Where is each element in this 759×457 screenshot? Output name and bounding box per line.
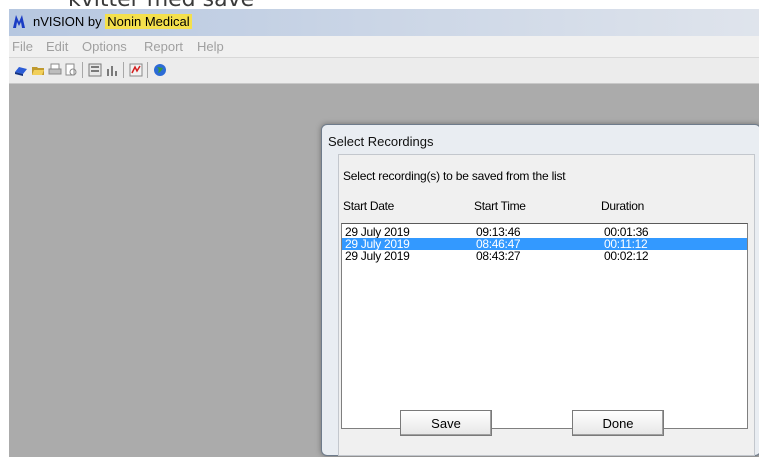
save-button[interactable]: Save: [400, 410, 492, 436]
menu-options[interactable]: Options: [82, 39, 127, 54]
title-prefix: nVISION by: [33, 14, 102, 29]
recordings-listbox[interactable]: 29 July 2019 09:13:46 00:01:36 29 July 2…: [341, 223, 748, 429]
title-highlight: Nonin Medical: [105, 14, 192, 29]
row-start-time: 08:43:27: [476, 249, 521, 263]
menu-help[interactable]: Help: [197, 39, 224, 54]
menu-bar: File Edit Options Report Help: [9, 36, 759, 58]
row-duration: 00:02:12: [604, 249, 649, 263]
dialog-title: Select Recordings: [328, 134, 434, 149]
row-start-date: 29 July 2019: [345, 249, 410, 263]
globe-icon[interactable]: [153, 63, 167, 77]
toolbar-separator: [123, 62, 124, 78]
recording-row[interactable]: 29 July 2019 08:43:27 00:02:12: [342, 250, 747, 262]
menu-file[interactable]: File: [12, 39, 33, 54]
open-folder-icon[interactable]: [14, 63, 28, 77]
menu-report[interactable]: Report: [144, 39, 183, 54]
report-icon[interactable]: [88, 63, 102, 77]
nvision-logo-icon: [13, 15, 25, 28]
column-header-duration: Duration: [601, 199, 644, 213]
app-window: nVISION by Nonin Medical File Edit Optio…: [9, 9, 759, 457]
toolbar-separator: [147, 62, 148, 78]
menu-edit[interactable]: Edit: [46, 39, 68, 54]
toolbar: [9, 58, 759, 84]
title-bar[interactable]: nVISION by Nonin Medical: [9, 9, 759, 36]
toolbar-separator: [82, 62, 83, 78]
select-recordings-dialog: Select Recordings Select recording(s) to…: [321, 124, 759, 456]
column-header-start-date: Start Date: [343, 199, 395, 213]
dialog-prompt: Select recording(s) to be saved from the…: [343, 169, 566, 183]
done-button[interactable]: Done: [572, 410, 664, 436]
print-icon[interactable]: [48, 63, 62, 77]
print-preview-icon[interactable]: [64, 63, 78, 77]
recording-icon[interactable]: [129, 63, 143, 77]
chart-icon[interactable]: [105, 63, 119, 77]
window-title: nVISION by Nonin Medical: [33, 14, 192, 29]
column-header-start-time: Start Time: [474, 199, 526, 213]
open-file-icon[interactable]: [31, 63, 45, 77]
